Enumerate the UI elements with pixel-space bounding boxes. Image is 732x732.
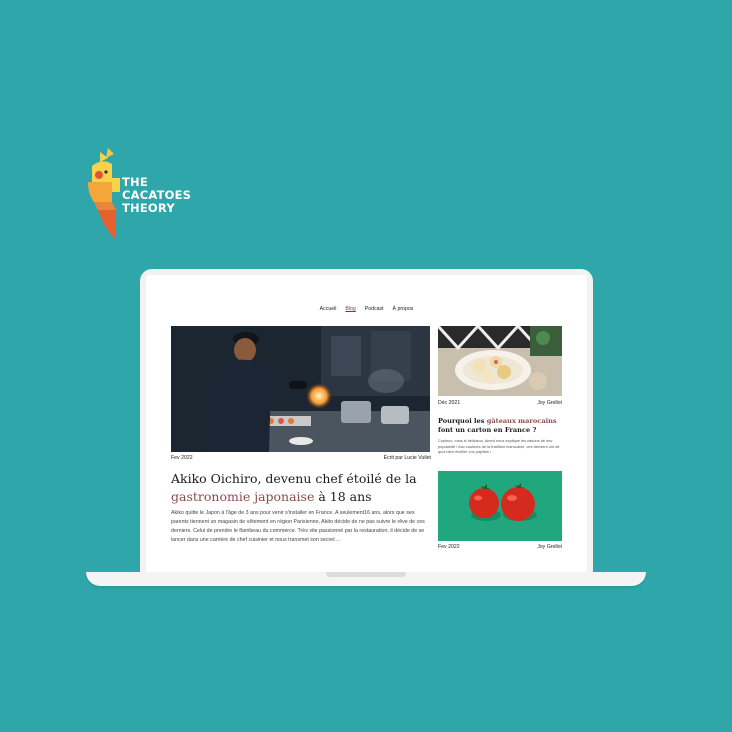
tomatoes-photo[interactable]	[438, 471, 562, 541]
website-screen: Accueil Blog Podcast À propos Fev 2022 É…	[146, 275, 587, 575]
laptop-frame: Accueil Blog Podcast À propos Fev 2022 É…	[140, 269, 593, 575]
moroccan-cakes-photo[interactable]	[438, 326, 562, 396]
side-article-1-author: Joy Grellot	[537, 400, 562, 406]
chef-photo[interactable]	[171, 326, 430, 452]
main-article-meta: Fev 2022 Écrit par Lucie Vuilet	[171, 455, 431, 461]
laptop-notch	[326, 572, 406, 577]
nav-blog[interactable]: Blog	[345, 306, 355, 312]
main-title-part2: à 18 ans	[318, 489, 372, 504]
nav-accueil[interactable]: Accueil	[320, 306, 337, 312]
brand-logo: THE CACATOES THEORY	[86, 148, 206, 244]
side-article-1-date: Déc 2021	[438, 400, 461, 406]
brand-line-3: THEORY	[122, 201, 175, 215]
side-article-2-meta: Fev 2022 Joy Grellot	[438, 544, 562, 550]
cockatoo-icon	[88, 148, 120, 240]
side-title-part1: Pourquoi les	[438, 417, 485, 425]
main-nav: Accueil Blog Podcast À propos	[146, 306, 587, 312]
side-article-1-excerpt: Copieux, mais si délicieux, Amed nous ex…	[438, 438, 560, 455]
main-article-date: Fev 2022	[171, 455, 193, 461]
side-title-part2: font un carton en France ?	[438, 426, 537, 434]
tomatoes-image	[438, 471, 562, 541]
side-article-1-meta: Déc 2021 Joy Grellot	[438, 400, 562, 406]
chef-cooking-image	[171, 326, 430, 452]
laptop-base	[86, 572, 646, 586]
nav-a-propos[interactable]: À propos	[393, 306, 414, 312]
main-article-title[interactable]: Akiko Oichiro, devenu chef étoilé de la …	[171, 470, 431, 506]
moroccan-cakes-image	[438, 326, 562, 396]
side-article-2-date: Fev 2022	[438, 544, 460, 550]
main-title-highlight: gastronomie japonaise	[171, 489, 315, 504]
main-article-excerpt: Akiko quitte le Japon à l'âge de 3 ans p…	[171, 510, 425, 543]
main-title-part1: Akiko Oichiro, devenu chef étoilé de la	[171, 471, 417, 486]
side-article-2-author: Joy Grellot	[537, 544, 562, 550]
side-article-1-title[interactable]: Pourquoi les gâteaux marocains font un c…	[438, 417, 562, 435]
brand-name: THE CACATOES THEORY	[122, 176, 191, 215]
side-title-highlight: gâteaux marocains	[486, 417, 557, 425]
nav-podcast[interactable]: Podcast	[365, 306, 384, 312]
main-article-author: Écrit par Lucie Vuilet	[383, 455, 431, 461]
